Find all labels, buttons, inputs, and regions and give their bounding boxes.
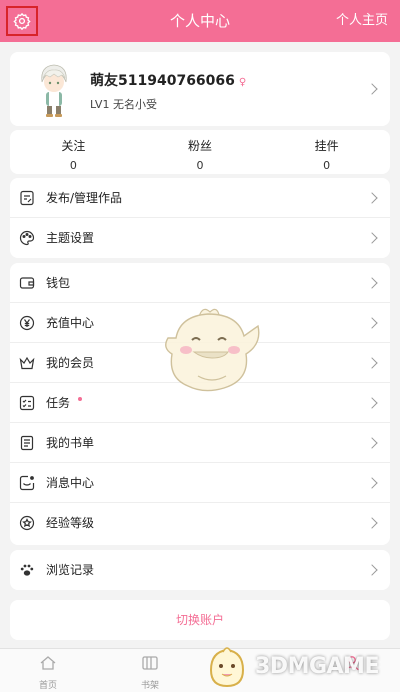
gender-female-icon: ♀ — [238, 77, 247, 88]
mascot-illustration — [165, 308, 260, 392]
menu-item-booklist[interactable]: 我的书单 — [10, 423, 390, 463]
stat-value: 0 — [196, 159, 204, 172]
menu-item-label: 经验等级 — [46, 516, 95, 530]
username-text: 萌友511940766066 — [90, 73, 235, 89]
experience-badge-icon — [19, 515, 35, 531]
stat-value: 0 — [323, 159, 331, 172]
stats-bar: 关注 0 粉丝 0 挂件 0 — [10, 130, 390, 174]
chevron-right-icon — [366, 397, 378, 409]
personal-homepage-link[interactable]: 个人主页 — [336, 0, 388, 42]
edit-document-icon — [20, 190, 34, 206]
menu-item-wallet[interactable]: 钱包 — [10, 263, 390, 303]
menu-item-label: 我的书单 — [46, 436, 95, 450]
stat-label: 挂件 — [314, 139, 339, 153]
menu-item-label: 任务 — [46, 396, 71, 410]
user-level: LV1 无名小受 — [90, 98, 157, 111]
stat-value: 0 — [69, 159, 77, 172]
paw-history-icon — [20, 564, 34, 576]
tab-home[interactable]: 首页 — [18, 655, 78, 691]
chevron-right-icon — [366, 83, 378, 95]
message-icon — [19, 475, 35, 491]
crown-icon — [19, 356, 35, 370]
watermark: 3DMGAME — [205, 644, 395, 690]
menu-item-browsing-history[interactable]: 浏览记录 — [10, 550, 390, 590]
tab-bookshelf[interactable]: 书架 — [120, 655, 180, 691]
avatar — [41, 64, 67, 117]
menu-item-label: 发布/管理作品 — [46, 191, 123, 205]
chevron-right-icon — [366, 437, 378, 449]
profile-card[interactable]: 萌友511940766066 ♀ LV1 无名小受 — [10, 52, 390, 126]
wallet-icon — [19, 277, 35, 289]
tab-label: 书架 — [140, 681, 159, 691]
booklist-icon — [20, 435, 34, 451]
switch-account-button[interactable]: 切换账户 — [10, 600, 390, 640]
task-list-icon — [19, 395, 35, 411]
menu-item-label: 主题设置 — [46, 231, 95, 245]
bookshelf-icon — [142, 656, 158, 670]
menu-item-label: 浏览记录 — [46, 563, 95, 577]
home-icon — [40, 656, 56, 670]
menu-item-label: 我的会员 — [46, 356, 95, 370]
palette-icon — [19, 230, 35, 246]
menu-item-messages[interactable]: 消息中心 — [10, 463, 390, 503]
yen-coin-icon — [19, 315, 35, 331]
new-task-badge — [78, 397, 82, 401]
menu-item-label: 钱包 — [46, 276, 71, 290]
stat-followers[interactable]: 粉丝 0 — [137, 130, 264, 174]
menu-item-publish-works[interactable]: 发布/管理作品 — [10, 178, 390, 218]
chevron-right-icon — [366, 517, 378, 529]
chevron-right-icon — [366, 277, 378, 289]
menu-item-label: 充值中心 — [46, 316, 95, 330]
menu-item-label: 消息中心 — [46, 476, 95, 490]
watermark-text: 3DMGAME — [255, 654, 379, 679]
menu-item-experience-level[interactable]: 经验等级 — [10, 503, 390, 543]
stat-following[interactable]: 关注 0 — [10, 130, 137, 174]
menu-group-history: 浏览记录 — [10, 550, 390, 590]
stat-label: 关注 — [61, 139, 86, 153]
tab-label: 首页 — [38, 681, 57, 691]
chevron-right-icon — [366, 317, 378, 329]
stat-label: 粉丝 — [188, 139, 213, 153]
chevron-right-icon — [366, 564, 378, 576]
top-bar: 个人中心 个人主页 — [0, 0, 400, 42]
chevron-right-icon — [366, 232, 378, 244]
chevron-right-icon — [366, 477, 378, 489]
username: 萌友511940766066 ♀ — [90, 70, 246, 90]
chevron-right-icon — [366, 357, 378, 369]
watermark-mascot-icon — [209, 647, 245, 688]
menu-group-works: 发布/管理作品 主题设置 — [10, 178, 390, 258]
stat-pendants[interactable]: 挂件 0 — [263, 130, 390, 174]
chevron-right-icon — [366, 192, 378, 204]
menu-item-theme-settings[interactable]: 主题设置 — [10, 218, 390, 258]
